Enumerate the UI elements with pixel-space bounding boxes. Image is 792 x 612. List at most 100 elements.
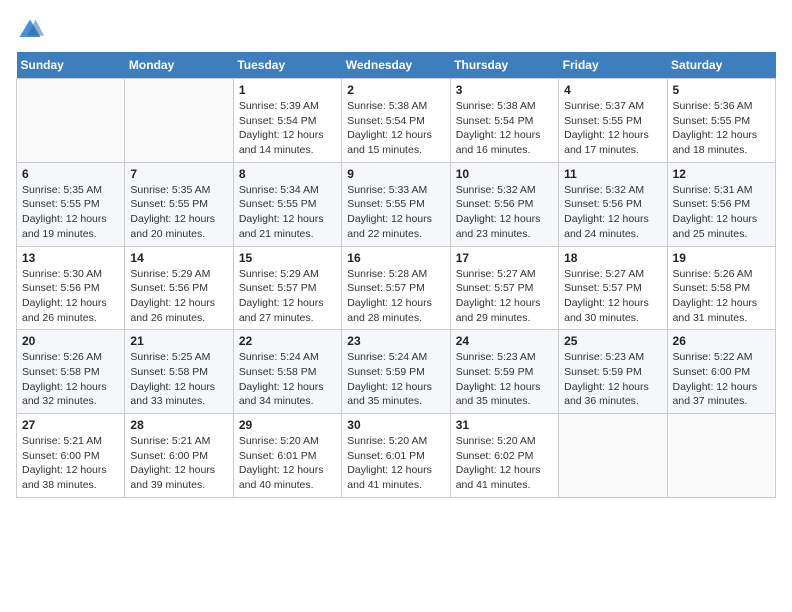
day-info: Sunrise: 5:27 AM Sunset: 5:57 PM Dayligh…: [456, 267, 553, 326]
calendar-week-5: 27 Sunrise: 5:21 AM Sunset: 6:00 PM Dayli…: [17, 414, 776, 498]
day-info: Sunrise: 5:38 AM Sunset: 5:54 PM Dayligh…: [347, 99, 444, 158]
calendar-cell: 16 Sunrise: 5:28 AM Sunset: 5:57 PM Dayli…: [342, 246, 450, 330]
day-number: 31: [456, 418, 553, 432]
day-number: 5: [673, 83, 770, 97]
calendar-cell: 7 Sunrise: 5:35 AM Sunset: 5:55 PM Daylig…: [125, 162, 233, 246]
calendar-header-row: SundayMondayTuesdayWednesdayThursdayFrid…: [17, 52, 776, 79]
day-number: 24: [456, 334, 553, 348]
calendar-cell: 9 Sunrise: 5:33 AM Sunset: 5:55 PM Daylig…: [342, 162, 450, 246]
column-header-friday: Friday: [559, 52, 667, 79]
calendar-cell: 18 Sunrise: 5:27 AM Sunset: 5:57 PM Dayli…: [559, 246, 667, 330]
day-info: Sunrise: 5:36 AM Sunset: 5:55 PM Dayligh…: [673, 99, 770, 158]
day-number: 10: [456, 167, 553, 181]
calendar-week-4: 20Sunrise: 5:26 AM Sunset: 5:58 PM Dayli…: [17, 330, 776, 414]
calendar-cell: 29 Sunrise: 5:20 AM Sunset: 6:01 PM Dayli…: [233, 414, 341, 498]
day-number: 7: [130, 167, 227, 181]
day-info: Sunrise: 5:28 AM Sunset: 5:57 PM Dayligh…: [347, 267, 444, 326]
day-info: Sunrise: 5:35 AM Sunset: 5:55 PM Dayligh…: [22, 183, 119, 242]
day-info: Sunrise: 5:21 AM Sunset: 6:00 PM Dayligh…: [130, 434, 227, 493]
day-number: 2: [347, 83, 444, 97]
calendar-cell: 23Sunrise: 5:24 AM Sunset: 5:59 PM Dayli…: [342, 330, 450, 414]
calendar-cell: 31Sunrise: 5:20 AM Sunset: 6:02 PM Dayli…: [450, 414, 558, 498]
day-number: 15: [239, 251, 336, 265]
day-info: Sunrise: 5:31 AM Sunset: 5:56 PM Dayligh…: [673, 183, 770, 242]
calendar-cell: [125, 79, 233, 163]
day-info: Sunrise: 5:39 AM Sunset: 5:54 PM Dayligh…: [239, 99, 336, 158]
day-number: 27: [22, 418, 119, 432]
calendar-cell: 1 Sunrise: 5:39 AM Sunset: 5:54 PM Daylig…: [233, 79, 341, 163]
calendar-cell: 22Sunrise: 5:24 AM Sunset: 5:58 PM Dayli…: [233, 330, 341, 414]
day-number: 9: [347, 167, 444, 181]
logo: [16, 16, 48, 44]
calendar-cell: 24 Sunrise: 5:23 AM Sunset: 5:59 PM Dayli…: [450, 330, 558, 414]
calendar-cell: 5 Sunrise: 5:36 AM Sunset: 5:55 PM Daylig…: [667, 79, 775, 163]
day-number: 1: [239, 83, 336, 97]
day-info: Sunrise: 5:23 AM Sunset: 5:59 PM Dayligh…: [456, 350, 553, 409]
calendar-cell: 21 Sunrise: 5:25 AM Sunset: 5:58 PM Dayli…: [125, 330, 233, 414]
page-header: [16, 16, 776, 44]
day-number: 4: [564, 83, 661, 97]
day-info: Sunrise: 5:23 AM Sunset: 5:59 PM Dayligh…: [564, 350, 661, 409]
day-info: Sunrise: 5:20 AM Sunset: 6:01 PM Dayligh…: [239, 434, 336, 493]
day-number: 26: [673, 334, 770, 348]
day-info: Sunrise: 5:33 AM Sunset: 5:55 PM Dayligh…: [347, 183, 444, 242]
calendar-cell: [667, 414, 775, 498]
day-info: Sunrise: 5:29 AM Sunset: 5:57 PM Dayligh…: [239, 267, 336, 326]
day-number: 12: [673, 167, 770, 181]
day-info: Sunrise: 5:25 AM Sunset: 5:58 PM Dayligh…: [130, 350, 227, 409]
day-number: 28: [130, 418, 227, 432]
day-info: Sunrise: 5:20 AM Sunset: 6:01 PM Dayligh…: [347, 434, 444, 493]
column-header-monday: Monday: [125, 52, 233, 79]
day-number: 30: [347, 418, 444, 432]
day-info: Sunrise: 5:32 AM Sunset: 5:56 PM Dayligh…: [564, 183, 661, 242]
day-number: 8: [239, 167, 336, 181]
logo-icon: [16, 16, 44, 44]
calendar-cell: 4Sunrise: 5:37 AM Sunset: 5:55 PM Daylig…: [559, 79, 667, 163]
day-number: 6: [22, 167, 119, 181]
day-number: 17: [456, 251, 553, 265]
day-number: 21: [130, 334, 227, 348]
calendar-week-1: 1 Sunrise: 5:39 AM Sunset: 5:54 PM Daylig…: [17, 79, 776, 163]
calendar-cell: 25 Sunrise: 5:23 AM Sunset: 5:59 PM Dayli…: [559, 330, 667, 414]
day-number: 25: [564, 334, 661, 348]
column-header-wednesday: Wednesday: [342, 52, 450, 79]
calendar-cell: 17 Sunrise: 5:27 AM Sunset: 5:57 PM Dayli…: [450, 246, 558, 330]
day-info: Sunrise: 5:24 AM Sunset: 5:58 PM Dayligh…: [239, 350, 336, 409]
calendar-cell: 11 Sunrise: 5:32 AM Sunset: 5:56 PM Dayli…: [559, 162, 667, 246]
calendar-cell: 14Sunrise: 5:29 AM Sunset: 5:56 PM Dayli…: [125, 246, 233, 330]
day-info: Sunrise: 5:22 AM Sunset: 6:00 PM Dayligh…: [673, 350, 770, 409]
day-info: Sunrise: 5:32 AM Sunset: 5:56 PM Dayligh…: [456, 183, 553, 242]
day-info: Sunrise: 5:21 AM Sunset: 6:00 PM Dayligh…: [22, 434, 119, 493]
calendar-cell: 8 Sunrise: 5:34 AM Sunset: 5:55 PM Daylig…: [233, 162, 341, 246]
column-header-thursday: Thursday: [450, 52, 558, 79]
calendar-cell: 6 Sunrise: 5:35 AM Sunset: 5:55 PM Daylig…: [17, 162, 125, 246]
calendar-week-3: 13Sunrise: 5:30 AM Sunset: 5:56 PM Dayli…: [17, 246, 776, 330]
day-info: Sunrise: 5:30 AM Sunset: 5:56 PM Dayligh…: [22, 267, 119, 326]
day-info: Sunrise: 5:26 AM Sunset: 5:58 PM Dayligh…: [22, 350, 119, 409]
column-header-saturday: Saturday: [667, 52, 775, 79]
day-number: 29: [239, 418, 336, 432]
day-number: 16: [347, 251, 444, 265]
day-info: Sunrise: 5:35 AM Sunset: 5:55 PM Dayligh…: [130, 183, 227, 242]
calendar-cell: 19Sunrise: 5:26 AM Sunset: 5:58 PM Dayli…: [667, 246, 775, 330]
day-info: Sunrise: 5:29 AM Sunset: 5:56 PM Dayligh…: [130, 267, 227, 326]
calendar-cell: 2 Sunrise: 5:38 AM Sunset: 5:54 PM Daylig…: [342, 79, 450, 163]
day-info: Sunrise: 5:26 AM Sunset: 5:58 PM Dayligh…: [673, 267, 770, 326]
calendar-cell: 13Sunrise: 5:30 AM Sunset: 5:56 PM Dayli…: [17, 246, 125, 330]
calendar-cell: 20Sunrise: 5:26 AM Sunset: 5:58 PM Dayli…: [17, 330, 125, 414]
column-header-sunday: Sunday: [17, 52, 125, 79]
calendar-cell: 3Sunrise: 5:38 AM Sunset: 5:54 PM Daylig…: [450, 79, 558, 163]
day-number: 11: [564, 167, 661, 181]
calendar-cell: 30 Sunrise: 5:20 AM Sunset: 6:01 PM Dayli…: [342, 414, 450, 498]
calendar-cell: 15 Sunrise: 5:29 AM Sunset: 5:57 PM Dayli…: [233, 246, 341, 330]
calendar-cell: 28 Sunrise: 5:21 AM Sunset: 6:00 PM Dayli…: [125, 414, 233, 498]
calendar-cell: 27 Sunrise: 5:21 AM Sunset: 6:00 PM Dayli…: [17, 414, 125, 498]
day-info: Sunrise: 5:38 AM Sunset: 5:54 PM Dayligh…: [456, 99, 553, 158]
day-info: Sunrise: 5:27 AM Sunset: 5:57 PM Dayligh…: [564, 267, 661, 326]
calendar-week-2: 6 Sunrise: 5:35 AM Sunset: 5:55 PM Daylig…: [17, 162, 776, 246]
calendar-cell: [17, 79, 125, 163]
day-number: 18: [564, 251, 661, 265]
calendar-cell: 12 Sunrise: 5:31 AM Sunset: 5:56 PM Dayli…: [667, 162, 775, 246]
day-info: Sunrise: 5:34 AM Sunset: 5:55 PM Dayligh…: [239, 183, 336, 242]
day-number: 23: [347, 334, 444, 348]
